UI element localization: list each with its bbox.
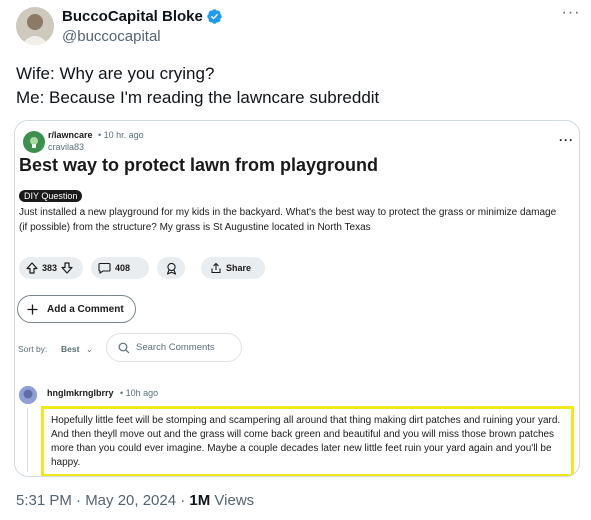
vote-count: 383 — [42, 263, 58, 273]
commenter-name[interactable]: hnglmkrnglbrry — [47, 388, 114, 398]
card-more-icon[interactable]: ··· — [559, 133, 574, 147]
comment-text: Hopefully little feet will be stomping a… — [51, 415, 561, 468]
plus-icon — [27, 304, 38, 314]
comment-time: • 10h ago — [120, 388, 159, 398]
subreddit-name[interactable]: r/lawncare — [48, 130, 93, 140]
tweet-timestamp[interactable]: 5:31 PM · May 20, 2024 · — [16, 492, 189, 509]
share-label: Share — [226, 263, 252, 273]
post-title: Best way to protect lawn from playground — [19, 155, 379, 175]
post-flair: DIY Question — [19, 190, 83, 202]
commenter-avatar[interactable] — [19, 386, 37, 404]
add-comment-button[interactable]: Add a Comment — [17, 295, 136, 323]
post-time: • 10 hr. ago — [98, 130, 144, 140]
vote-bar: 383 — [19, 257, 83, 279]
award-button[interactable] — [157, 257, 185, 279]
verified-icon — [207, 9, 222, 24]
add-comment-label: Add a Comment — [47, 303, 124, 315]
award-icon — [166, 262, 176, 275]
comment-count: 408 — [115, 263, 131, 273]
author-handle[interactable]: @buccocapital — [62, 28, 161, 45]
views-label: Views — [210, 492, 255, 509]
comment-icon — [98, 262, 111, 274]
search-comments-input[interactable]: Search Comments — [106, 333, 242, 362]
author-avatar[interactable] — [16, 7, 54, 45]
tweet-meta: 5:31 PM · May 20, 2024 · 1M Views — [16, 492, 254, 509]
chevron-down-icon[interactable]: ⌄ — [86, 345, 93, 354]
highlighted-comment: Hopefully little feet will be stomping a… — [41, 406, 574, 476]
thread-line — [27, 408, 28, 472]
subreddit-icon — [23, 131, 45, 153]
tweet-text-line-1: Wife: Why are you crying? — [16, 64, 215, 83]
share-button[interactable]: Share — [201, 257, 265, 279]
search-placeholder: Search Comments — [136, 342, 215, 353]
tweet: BuccoCapital Bloke @buccocapital ··· Wif… — [0, 0, 591, 520]
search-icon — [118, 342, 130, 353]
more-icon[interactable]: ··· — [560, 5, 582, 26]
downvote-icon[interactable] — [61, 262, 73, 274]
sort-dropdown[interactable]: Best — [61, 344, 79, 354]
comments-button[interactable]: 408 — [91, 257, 149, 279]
share-icon — [211, 262, 221, 274]
post-body: Just installed a new playground for my k… — [19, 207, 557, 233]
author-display-name[interactable]: BuccoCapital Bloke — [62, 8, 203, 25]
views-count: 1M — [189, 492, 211, 509]
tweet-text-line-2: Me: Because I'm reading the lawncare sub… — [16, 88, 380, 107]
post-author[interactable]: cravila83 — [48, 142, 84, 152]
embedded-screenshot[interactable]: r/lawncare • 10 hr. ago cravila83 ··· Be… — [14, 120, 580, 477]
upvote-icon[interactable] — [26, 262, 38, 274]
sort-label: Sort by: — [18, 344, 48, 354]
